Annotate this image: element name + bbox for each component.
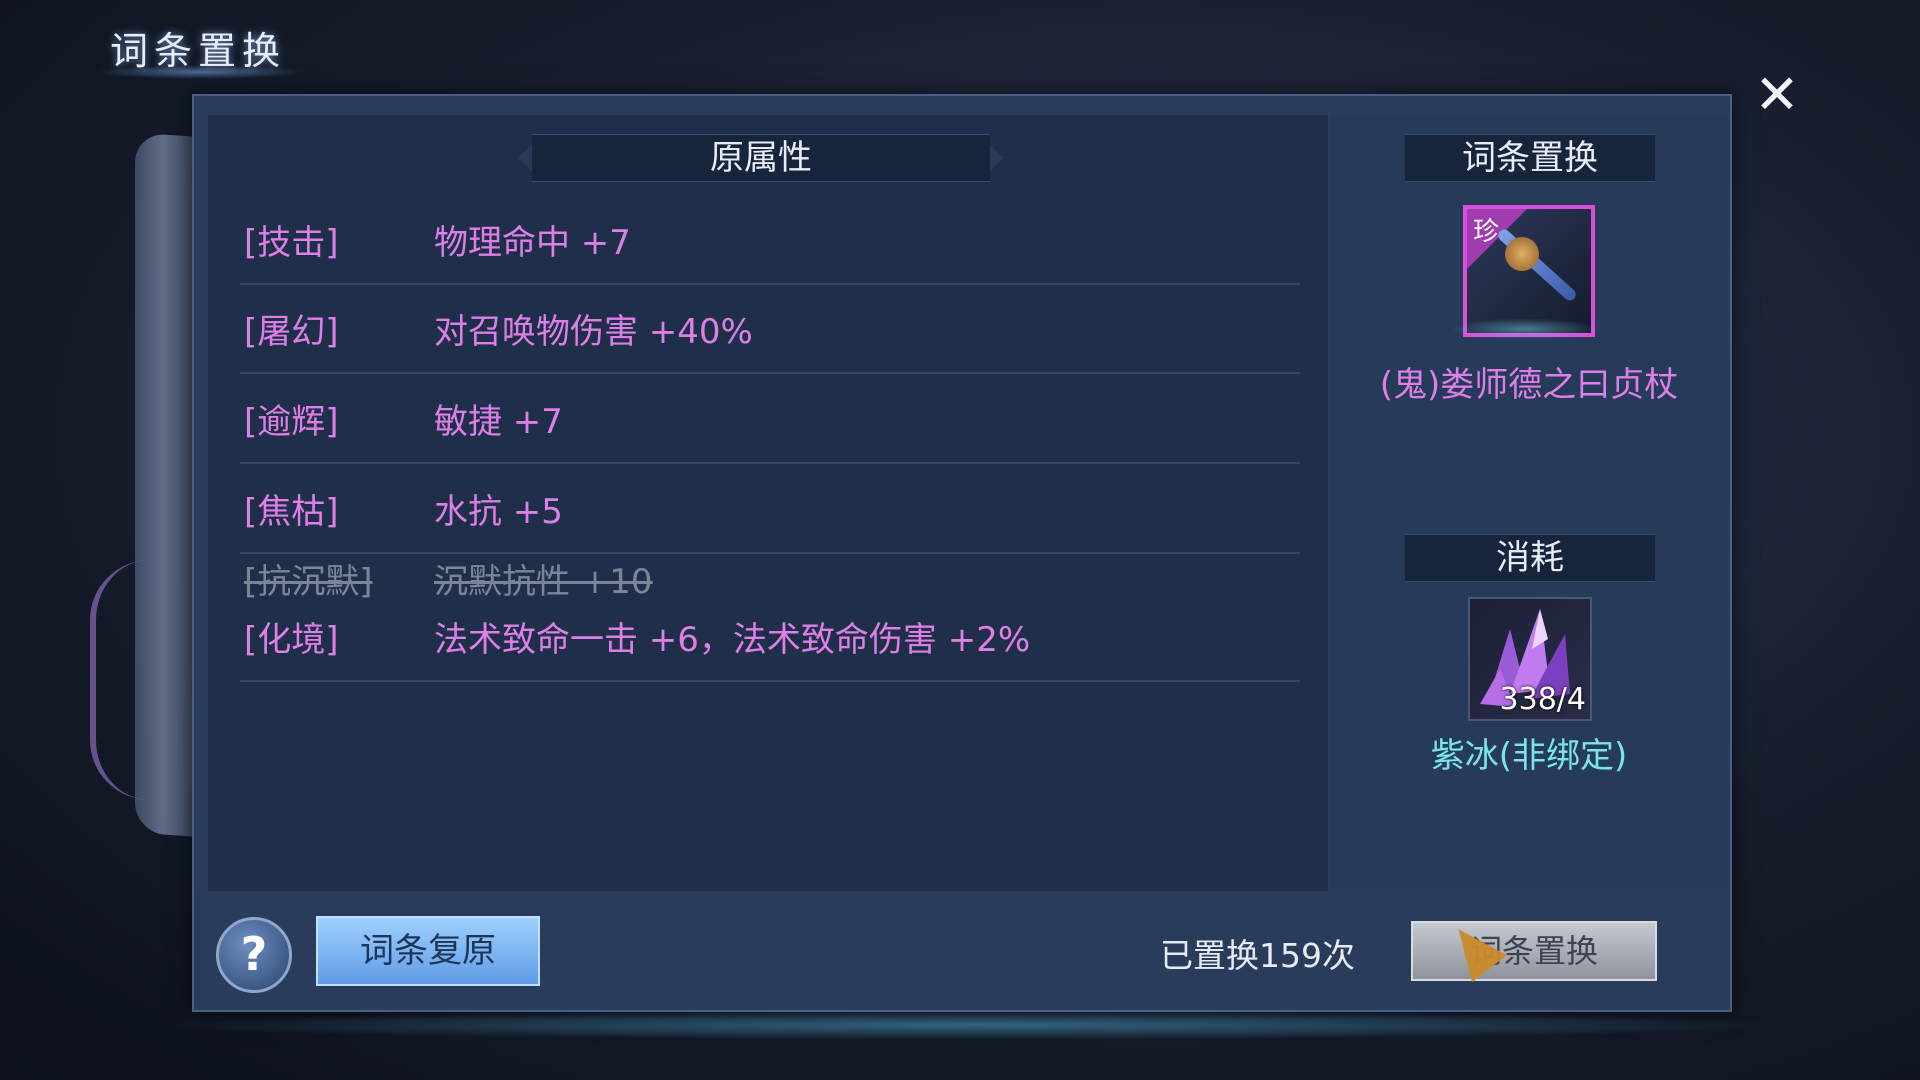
ground-glow bbox=[150, 1010, 1800, 1040]
help-button[interactable]: ? bbox=[216, 917, 292, 993]
attribute-row: [技击] 物理命中 +7 bbox=[240, 195, 1300, 285]
attribute-value: 对召唤物伤害 +40% bbox=[434, 312, 753, 352]
item-glow bbox=[1450, 318, 1600, 340]
attribute-tag: [技击] bbox=[244, 223, 339, 263]
material-count: 338/4 bbox=[1499, 682, 1586, 717]
removed-attribute-tag: [抗沉默] bbox=[244, 562, 373, 602]
new-attribute-tag: [化境] bbox=[244, 620, 339, 660]
crystal-icon[interactable]: 338/4 bbox=[1468, 597, 1592, 721]
replaced-count: 已置换159次 bbox=[1160, 936, 1355, 975]
staff-head bbox=[1505, 237, 1539, 271]
attribute-value: 敏捷 +7 bbox=[434, 402, 563, 442]
removed-attribute-value: 沉默抗性 +10 bbox=[434, 562, 653, 602]
attribute-value: 水抗 +5 bbox=[434, 492, 563, 532]
new-attribute-value: 法术致命一击 +6，法术致命伤害 +2% bbox=[434, 620, 1031, 660]
attribute-row-replaced: [抗沉默] 沉默抗性 +10 [化境] 法术致命一击 +6，法术致命伤害 +2% bbox=[240, 554, 1300, 682]
replace-header: 词条置换 bbox=[1391, 134, 1669, 182]
attribute-row: [焦枯] 水抗 +5 bbox=[240, 464, 1300, 554]
attribute-tag: [屠幻] bbox=[244, 312, 339, 352]
ribbon-decoration bbox=[90, 560, 206, 800]
close-icon[interactable]: ✕ bbox=[1752, 68, 1802, 122]
material-name: 紫冰(非绑定) bbox=[1430, 736, 1628, 776]
attribute-tag: [逾辉] bbox=[244, 402, 339, 442]
item-name: (鬼)娄师德之曰贞杖 bbox=[1379, 365, 1679, 405]
attribute-row: [逾辉] 敏捷 +7 bbox=[240, 374, 1300, 464]
original-header: 原属性 bbox=[518, 134, 1004, 182]
cost-header: 消耗 bbox=[1391, 534, 1669, 582]
attribute-value: 物理命中 +7 bbox=[434, 223, 631, 263]
restore-button[interactable]: 词条复原 bbox=[316, 916, 540, 986]
attribute-row: [屠幻] 对召唤物伤害 +40% bbox=[240, 284, 1300, 374]
title-glow bbox=[95, 65, 305, 79]
rarity-label: 珍 bbox=[1473, 217, 1500, 247]
attribute-tag: [焦枯] bbox=[244, 492, 339, 532]
